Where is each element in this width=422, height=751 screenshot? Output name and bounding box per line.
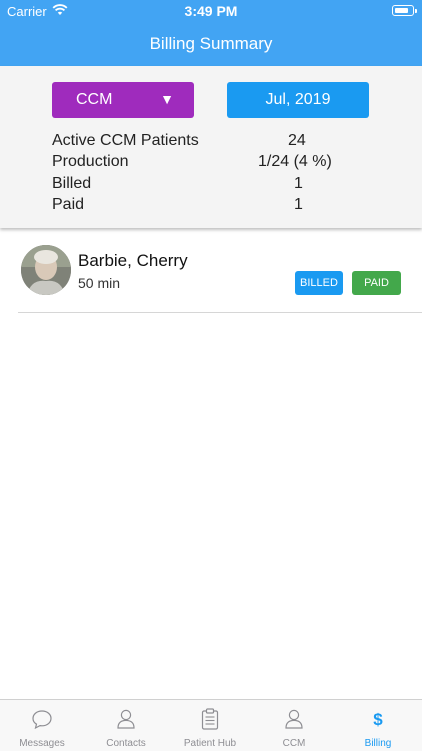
tab-label: Contacts bbox=[106, 738, 146, 749]
stat-value: 1/24 (4 %) bbox=[258, 153, 332, 170]
clipboard-icon bbox=[201, 708, 219, 730]
patient-name: Barbie, Cherry bbox=[78, 251, 188, 270]
tab-label: Patient Hub bbox=[183, 738, 237, 749]
tab-label: Messages bbox=[19, 738, 65, 749]
battery-icon bbox=[392, 5, 414, 16]
stat-label: Paid bbox=[52, 196, 85, 213]
tab-ccm[interactable]: CCM bbox=[252, 700, 336, 751]
patient-list-item[interactable]: Barbie, Cherry 50 min BILLED PAID bbox=[18, 240, 422, 313]
patient-duration: 50 min bbox=[78, 275, 121, 291]
person-icon bbox=[117, 709, 135, 729]
stat-row-production: Production 1/24 (4 %) bbox=[52, 153, 372, 175]
paid-badge: PAID bbox=[352, 271, 401, 295]
avatar-photo bbox=[21, 245, 71, 295]
billing-summary-panel: CCM ▼ Jul, 2019 Active CCM Patients 24 P… bbox=[0, 66, 422, 228]
tab-label: CCM bbox=[282, 738, 306, 749]
stat-value: 1 bbox=[294, 175, 303, 192]
person-icon bbox=[285, 709, 303, 729]
stat-row-paid: Paid 1 bbox=[52, 196, 372, 218]
page-title: Billing Summary bbox=[149, 34, 273, 53]
chat-bubble-icon bbox=[32, 710, 52, 730]
stat-row-billed: Billed 1 bbox=[52, 175, 372, 197]
status-time: 3:49 PM bbox=[184, 3, 238, 19]
tab-billing[interactable]: $ Billing bbox=[336, 700, 420, 751]
stat-row-active-patients: Active CCM Patients 24 bbox=[52, 132, 372, 154]
tab-patient-hub[interactable]: Patient Hub bbox=[168, 700, 252, 751]
battery-tip bbox=[415, 9, 417, 13]
stat-value: 24 bbox=[288, 132, 306, 149]
program-dropdown-value: CCM bbox=[76, 91, 113, 108]
tab-bar: Messages Contacts Patient Hub CCM $ Bill… bbox=[0, 699, 422, 751]
stat-label: Active CCM Patients bbox=[52, 132, 199, 149]
month-picker-button[interactable]: Jul, 2019 bbox=[227, 82, 369, 118]
dropdown-triangle-icon: ▼ bbox=[160, 91, 174, 107]
patient-avatar bbox=[21, 245, 71, 295]
program-dropdown[interactable]: CCM ▼ bbox=[52, 82, 194, 118]
billed-badge: BILLED bbox=[295, 271, 343, 295]
stat-value: 1 bbox=[294, 196, 303, 213]
status-bar: Carrier 3:49 PM bbox=[0, 0, 422, 22]
svg-text:$: $ bbox=[373, 710, 383, 729]
stat-label: Billed bbox=[52, 175, 92, 192]
tab-contacts[interactable]: Contacts bbox=[84, 700, 168, 751]
dollar-icon: $ bbox=[373, 710, 383, 729]
stat-label: Production bbox=[52, 153, 129, 170]
tab-messages[interactable]: Messages bbox=[0, 700, 84, 751]
app-header: Carrier 3:49 PM Billing Summary bbox=[0, 0, 422, 66]
tab-label: Billing bbox=[364, 738, 392, 749]
